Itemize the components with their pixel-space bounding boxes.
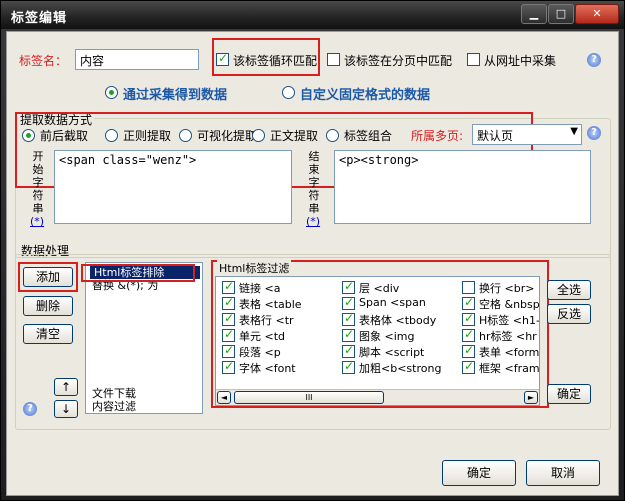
- highlight-list-item: [81, 264, 195, 282]
- processing-list[interactable]: Html标签排除 替换 &(*); 为 文件下载 内容过滤: [85, 262, 203, 414]
- collect-radio[interactable]: [105, 86, 118, 99]
- tag-filter-checkbox[interactable]: [222, 295, 235, 310]
- from-url-label: 从网址中采集: [484, 54, 557, 68]
- loop-match-label: 该标签循环匹配: [233, 54, 318, 68]
- page-match-label: 该标签在分页中匹配: [344, 54, 453, 68]
- tag-filter-label: 字体 <font: [239, 362, 296, 375]
- method-label-2: 可视化提取: [197, 129, 258, 143]
- title-bar[interactable]: 标签编辑 ▁ □ ✕: [1, 1, 624, 29]
- tag-filter-checkbox[interactable]: [342, 327, 355, 342]
- delete-button[interactable]: 删除: [23, 296, 73, 316]
- method-radio-1[interactable]: [105, 129, 118, 142]
- help-icon[interactable]: ?: [23, 402, 37, 416]
- end-regex-link[interactable]: (*): [306, 215, 320, 228]
- help-icon[interactable]: ?: [587, 126, 601, 140]
- custom-label: 自定义固定格式的数据: [300, 88, 431, 103]
- end-string-input[interactable]: <p><strong>: [334, 150, 591, 224]
- tag-filter-checkbox[interactable]: [342, 343, 355, 358]
- method-label-4: 标签组合: [344, 129, 393, 143]
- tag-filter-label: 单元 <td: [239, 330, 286, 343]
- html-filter-list[interactable]: 链接 <a 层 <div 换行 <br> 表格 <table Span <span 空格 …: [215, 276, 540, 406]
- method-radio-0[interactable]: [22, 129, 35, 142]
- tag-filter-checkbox[interactable]: [342, 295, 355, 310]
- select-all-button[interactable]: 全选: [547, 280, 591, 300]
- filter-confirm-button[interactable]: 确定: [547, 384, 591, 404]
- dialog-window: 标签编辑 ▁ □ ✕ 标签名： 内容 该标签循环匹配 该标签在分页中匹配 从网址…: [0, 0, 625, 501]
- method-label-3: 正文提取: [270, 129, 319, 143]
- method-label-0: 前后截取: [40, 129, 89, 143]
- tag-filter-checkbox[interactable]: [462, 327, 475, 342]
- move-up-button[interactable]: ↑: [54, 378, 78, 396]
- page-select-value: 默认页: [477, 129, 514, 143]
- help-icon[interactable]: ?: [587, 53, 601, 67]
- tag-filter-label: 框架 <fram: [479, 362, 540, 375]
- add-button[interactable]: 添加: [23, 267, 73, 287]
- method-radio-2[interactable]: [179, 129, 192, 142]
- move-down-button[interactable]: ↓: [54, 400, 78, 418]
- collect-label: 通过采集得到数据: [123, 88, 228, 103]
- scroll-thumb[interactable]: III: [234, 391, 384, 404]
- tag-filter-label: hr标签 <hr: [479, 330, 537, 343]
- tag-filter-label: 表单 <form: [479, 346, 540, 359]
- scroll-right-button[interactable]: ►: [524, 391, 538, 404]
- tagname-label: 标签名：: [19, 54, 68, 68]
- start-string-label: 开始字符串: [32, 150, 44, 215]
- tag-filter-label: 脚本 <script: [359, 346, 425, 359]
- end-string-label: 结束字符串: [308, 150, 320, 215]
- tag-filter-label: 表格 <table: [239, 298, 302, 311]
- window-title: 标签编辑: [11, 11, 68, 26]
- tag-filter-label: 换行 <br>: [479, 282, 535, 295]
- custom-radio[interactable]: [282, 86, 295, 99]
- tag-filter-checkbox[interactable]: [462, 359, 475, 374]
- maximize-button[interactable]: □: [548, 4, 574, 24]
- tag-filter-label: H标签 <h1-: [479, 314, 540, 327]
- tag-filter-label: 空格 &nbsp: [479, 298, 540, 311]
- tagname-input[interactable]: 内容: [75, 49, 199, 70]
- tag-filter-label: 表格体 <tbody: [359, 314, 437, 327]
- tag-filter-checkbox[interactable]: [342, 311, 355, 326]
- page-select[interactable]: 默认页 ▼: [472, 124, 582, 145]
- page-select-label: 所属多页:: [411, 129, 464, 143]
- loop-match-checkbox[interactable]: [216, 51, 229, 66]
- tag-filter-checkbox[interactable]: [342, 279, 355, 294]
- dialog-body: 标签名： 内容 该标签循环匹配 该标签在分页中匹配 从网址中采集 ? 通过采集得…: [6, 31, 619, 496]
- cancel-button[interactable]: 取消: [526, 460, 600, 486]
- tag-filter-checkbox[interactable]: [222, 311, 235, 326]
- tag-filter-checkbox[interactable]: [222, 327, 235, 342]
- start-string-input[interactable]: <span class="wenz">: [54, 150, 292, 224]
- tag-filter-label: 图象 <img: [359, 330, 415, 343]
- method-radio-3[interactable]: [252, 129, 265, 142]
- tag-filter-checkbox[interactable]: [462, 295, 475, 310]
- tag-filter-label: 段落 <p: [239, 346, 281, 359]
- tag-filter-checkbox[interactable]: [462, 311, 475, 326]
- clear-button[interactable]: 清空: [23, 324, 73, 344]
- tag-filter-checkbox[interactable]: [222, 343, 235, 358]
- chevron-down-icon: ▼: [570, 126, 578, 137]
- list-item[interactable]: 文件下载: [92, 387, 136, 400]
- from-url-checkbox[interactable]: [467, 53, 480, 66]
- page-match-checkbox[interactable]: [327, 53, 340, 66]
- html-filter-title: Html标签过滤: [217, 260, 292, 276]
- tag-filter-label: Span <span: [359, 296, 426, 309]
- tag-filter-label: 加粗<b<strong: [359, 362, 442, 375]
- tag-filter-label: 链接 <a: [239, 282, 281, 295]
- list-item[interactable]: 内容过滤: [92, 400, 136, 413]
- start-regex-link[interactable]: (*): [30, 215, 44, 228]
- minimize-button[interactable]: ▁: [521, 4, 547, 24]
- tag-filter-checkbox[interactable]: [222, 359, 235, 374]
- close-button[interactable]: ✕: [575, 4, 619, 24]
- invert-selection-button[interactable]: 反选: [547, 304, 591, 324]
- tag-filter-label: 层 <div: [359, 282, 400, 295]
- method-label-1: 正则提取: [123, 129, 172, 143]
- tag-filter-checkbox[interactable]: [462, 281, 475, 294]
- ok-button[interactable]: 确定: [442, 460, 516, 486]
- method-radio-4[interactable]: [326, 129, 339, 142]
- tag-filter-checkbox[interactable]: [462, 343, 475, 358]
- scroll-left-button[interactable]: ◄: [217, 391, 231, 404]
- tag-filter-checkbox[interactable]: [222, 279, 235, 294]
- tag-filter-checkbox[interactable]: [342, 359, 355, 374]
- horizontal-scrollbar[interactable]: ◄ III ►: [216, 389, 539, 405]
- tag-filter-label: 表格行 <tr: [239, 314, 294, 327]
